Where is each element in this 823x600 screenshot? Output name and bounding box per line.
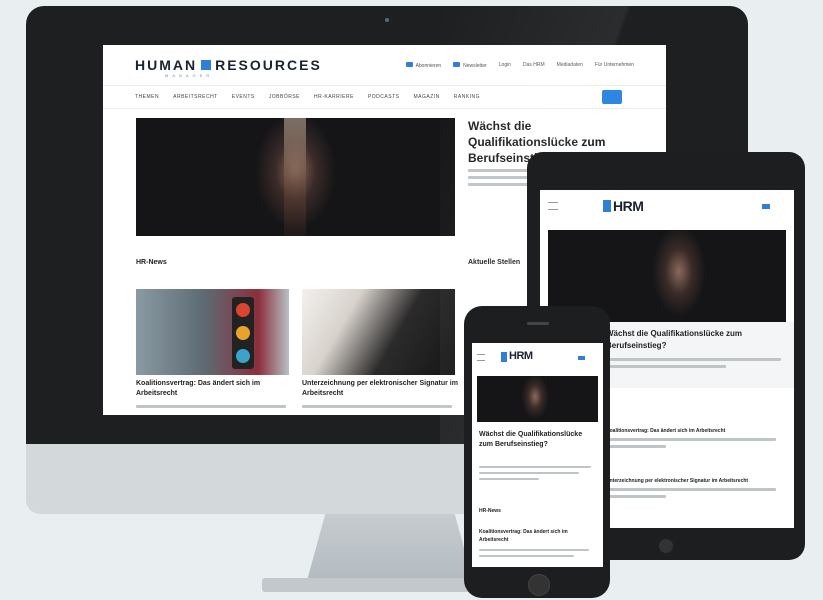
phone-home-button[interactable]	[528, 574, 550, 596]
tablet-news-teaser	[606, 438, 786, 452]
card-teaser	[302, 405, 452, 412]
top-link[interactable]: Für Unternehmen	[595, 62, 634, 68]
tablet-teaser	[606, 358, 786, 372]
nav-item[interactable]: HR-KARRIERE	[314, 94, 354, 100]
monitor-stand	[307, 514, 473, 580]
nav-item[interactable]: EVENTS	[232, 94, 255, 100]
newsletter-icon	[453, 61, 461, 67]
tablet-search-icon[interactable]	[762, 204, 770, 209]
tablet-hero-title[interactable]: Wächst die Qualifikationslücke zum Beruf…	[606, 328, 786, 352]
nav-item[interactable]: ARBEITSRECHT	[173, 94, 218, 100]
phone-logo-square-icon	[501, 352, 507, 362]
site-header: HUMAN RESOURCES Abonnieren Newsletter Lo…	[103, 45, 666, 85]
phone-menu-icon[interactable]	[477, 354, 485, 361]
tablet-news-item[interactable]: Koalitionsvertrag: Das ändert sich im Ar…	[606, 428, 786, 434]
search-button[interactable]	[602, 90, 622, 104]
camera-dot	[385, 18, 389, 22]
nav-item[interactable]: PODCASTS	[368, 94, 400, 100]
phone-search-icon[interactable]	[578, 356, 585, 360]
hero-image[interactable]	[136, 118, 455, 236]
card-teaser	[136, 405, 286, 412]
card-image-traffic-light[interactable]	[136, 289, 289, 375]
top-link[interactable]: Das HRM	[523, 62, 545, 68]
phone-logo[interactable]: HRM	[509, 350, 533, 362]
logo-subtitle: MANAGER	[165, 73, 214, 78]
phone-hero-image[interactable]	[477, 376, 598, 422]
logo-square-icon	[201, 60, 212, 70]
tablet-logo[interactable]: HRM	[613, 198, 644, 214]
subscribe-icon	[405, 61, 413, 67]
nav-item[interactable]: JOBBÖRSE	[269, 94, 300, 100]
top-link[interactable]: Mediadaten	[557, 62, 583, 68]
nav-item[interactable]: MAGAZIN	[413, 94, 439, 100]
phone-card-teaser	[479, 549, 594, 561]
phone-hero-title[interactable]: Wächst die Qualifikationslücke zum Beruf…	[479, 430, 589, 450]
tablet-news-teaser	[606, 488, 786, 502]
site-logo[interactable]: HUMAN RESOURCES	[135, 57, 322, 73]
card-image-signature[interactable]	[302, 289, 455, 375]
nav-item[interactable]: THEMEN	[135, 94, 159, 100]
phone-section-hr-news: HR-News	[479, 508, 501, 514]
tablet-menu-icon[interactable]	[548, 202, 558, 210]
tablet-news-item[interactable]: Unterzeichnung per elektronischer Signat…	[606, 478, 786, 484]
section-jobs: Aktuelle Stellen	[468, 259, 521, 266]
top-link[interactable]: Abonnieren	[405, 61, 441, 69]
phone-card-title[interactable]: Koalitionsvertrag: Das ändert sich im Ar…	[479, 528, 594, 544]
tablet-logo-square-icon	[603, 200, 611, 212]
phone-speaker	[527, 322, 549, 325]
top-link[interactable]: Login	[499, 62, 511, 68]
nav-item[interactable]: RANKING	[454, 94, 480, 100]
card-title[interactable]: Unterzeichnung per elektronischer Signat…	[302, 379, 462, 399]
section-hr-news: HR-News	[136, 259, 167, 266]
tablet-home-button[interactable]	[659, 539, 673, 553]
logo-word-1: HUMAN	[135, 57, 198, 73]
top-link[interactable]: Newsletter	[453, 61, 487, 69]
card-title[interactable]: Koalitionsvertrag: Das ändert sich im Ar…	[136, 379, 289, 399]
phone-teaser	[479, 466, 594, 484]
top-links: Abonnieren Newsletter Login Das HRM Medi…	[405, 61, 634, 69]
main-nav: THEMEN ARBEITSRECHT EVENTS JOBBÖRSE HR-K…	[103, 85, 666, 109]
logo-word-2: RESOURCES	[215, 57, 322, 73]
